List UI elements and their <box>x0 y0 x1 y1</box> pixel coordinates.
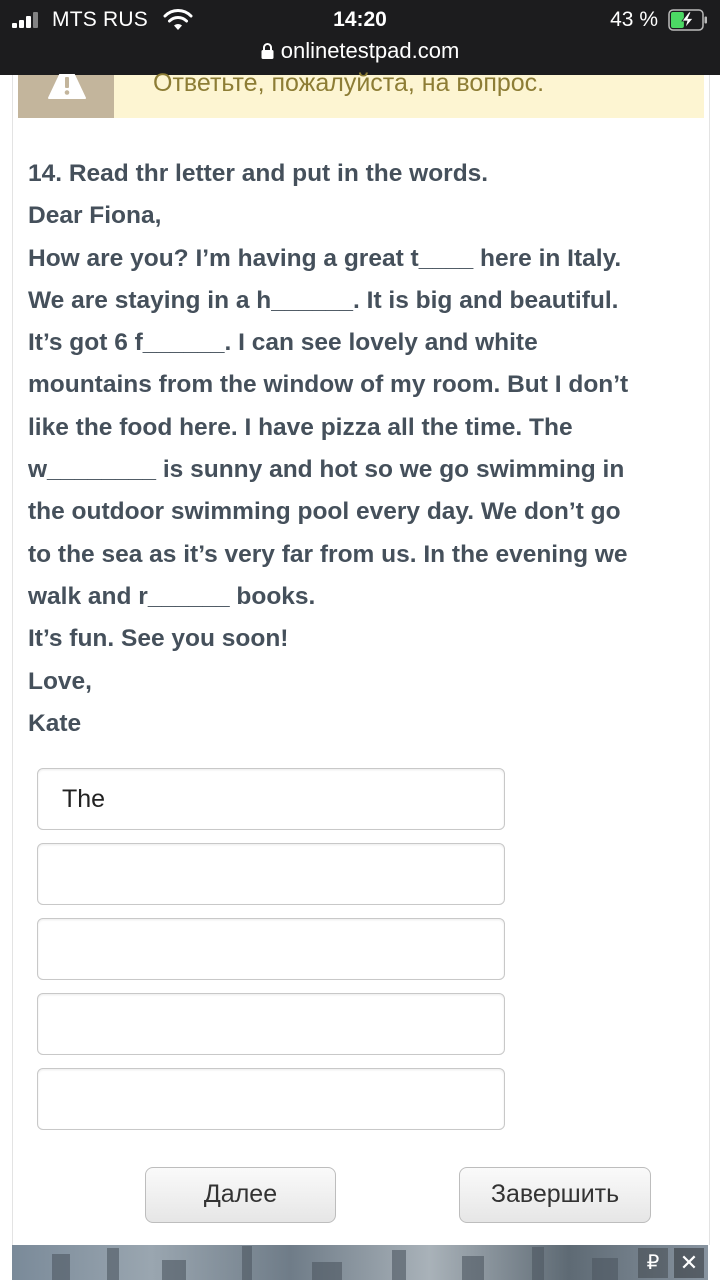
notice-banner: Ответьте, пожалуйста, на вопрос. <box>18 69 704 118</box>
ad-banner[interactable]: ₽ ✕ <box>12 1245 708 1280</box>
answer-input-5[interactable] <box>37 1068 505 1130</box>
question-line: Love, <box>28 667 92 695</box>
question-line: It’s got 6 f______. I can see lovely and… <box>28 329 538 357</box>
answer-input-1[interactable] <box>37 768 505 830</box>
question-line: We are staying in a h______. It is big a… <box>28 286 619 314</box>
lock-icon <box>261 43 274 59</box>
question-line: mountains from the window of my room. Bu… <box>28 371 629 399</box>
question-text: 14. Read thr letter and put in the words… <box>28 153 698 745</box>
battery-charging-icon <box>668 9 707 31</box>
question-line: the outdoor swimming pool every day. We … <box>28 498 621 526</box>
test-page: Ответьте, пожалуйста, на вопрос. 14. Rea… <box>12 69 710 1245</box>
question-line: like the food here. I have pizza all the… <box>28 413 573 441</box>
url-text: onlinetestpad.com <box>280 38 460 63</box>
warning-icon <box>48 74 86 99</box>
browser-top-bar: MTS RUS 14:20 43 % onlinetestpad.com <box>0 0 720 75</box>
question-line: It’s fun. See you soon! <box>28 625 289 653</box>
next-button[interactable]: Далее <box>145 1167 336 1223</box>
question-line: How are you? I’m having a great t____ he… <box>28 244 622 272</box>
ad-ruble-icon[interactable]: ₽ <box>638 1248 668 1278</box>
question-line: w________ is sunny and hot so we go swim… <box>28 456 625 484</box>
question-line: Kate <box>28 709 82 737</box>
notice-icon-box <box>18 74 114 118</box>
question-line: Dear Fiona, <box>28 202 162 230</box>
ad-close-icon[interactable]: ✕ <box>674 1248 704 1278</box>
question-line: walk and r______ books. <box>28 582 316 610</box>
address-bar[interactable]: onlinetestpad.com <box>0 38 720 64</box>
finish-button[interactable]: Завершить <box>459 1167 651 1223</box>
question-title: 14. Read thr letter and put in the words… <box>28 160 489 187</box>
answer-input-2[interactable] <box>37 843 505 905</box>
battery-percent: 43 % <box>610 8 658 31</box>
question-line: to the sea as it’s very far from us. In … <box>28 540 628 568</box>
notice-text: Ответьте, пожалуйста, на вопрос. <box>153 69 545 97</box>
status-bar: MTS RUS 14:20 43 % <box>0 0 720 38</box>
answer-input-4[interactable] <box>37 993 505 1055</box>
answer-input-3[interactable] <box>37 918 505 980</box>
answer-fields <box>37 768 505 1143</box>
